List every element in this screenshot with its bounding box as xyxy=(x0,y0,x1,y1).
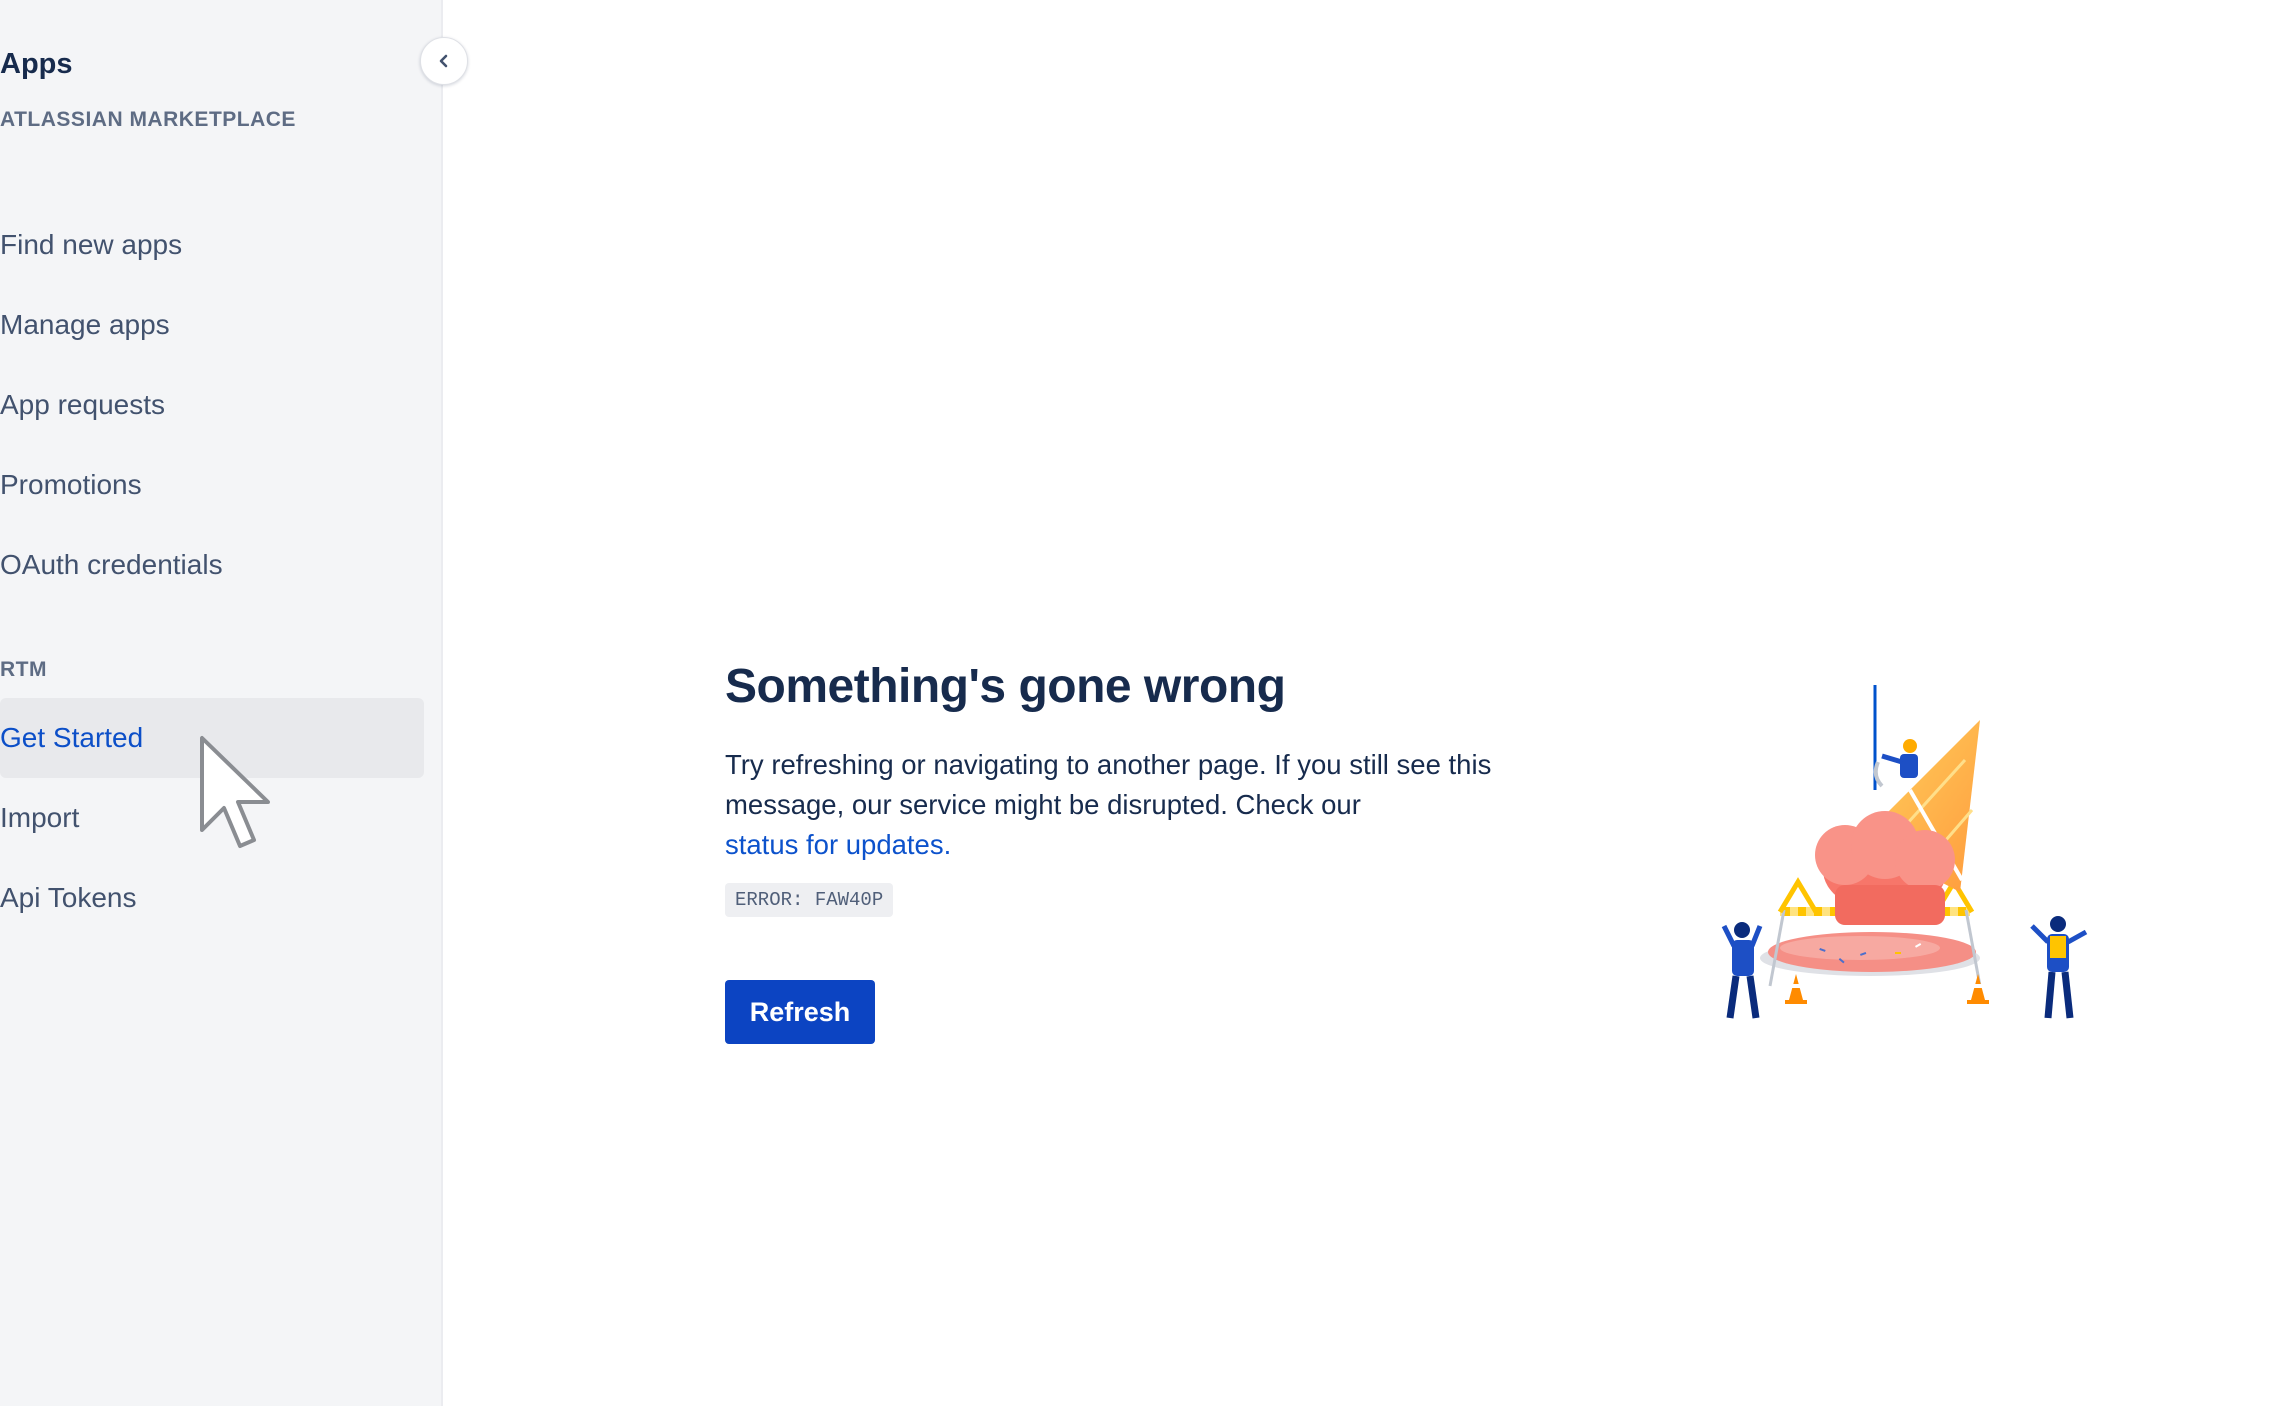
sidebar-item-api-tokens[interactable]: Api Tokens xyxy=(0,858,424,938)
main-content: Something's gone wrong Try refreshing or… xyxy=(445,0,2286,1406)
error-message-block: Try refreshing or navigating to another … xyxy=(725,745,1585,865)
error-code: ERROR: FAW40P xyxy=(725,883,894,917)
sidebar-item-label: OAuth credentials xyxy=(0,549,223,580)
melted-ice-cream-illustration xyxy=(1721,685,2088,1019)
sidebar-item-label: Manage apps xyxy=(0,309,170,340)
sidebar-title: Apps xyxy=(0,48,73,80)
sidebar-item-promotions[interactable]: Promotions xyxy=(0,445,424,525)
error-message: Try refreshing or navigating to another … xyxy=(725,749,1492,820)
chevron-left-icon xyxy=(439,54,448,68)
collapse-sidebar-button[interactable] xyxy=(420,37,468,85)
sidebar: Apps ATLASSIAN MARKETPLACE Find new apps… xyxy=(0,0,443,1406)
status-link[interactable]: status for updates. xyxy=(725,829,951,860)
sidebar-item-app-requests[interactable]: App requests xyxy=(0,365,424,445)
sidebar-item-get-started[interactable]: Get Started xyxy=(0,698,424,778)
sidebar-item-import[interactable]: Import xyxy=(0,778,424,858)
sidebar-item-label: Get Started xyxy=(0,722,144,753)
sidebar-item-label: Import xyxy=(0,802,80,833)
refresh-button[interactable]: Refresh xyxy=(725,980,875,1044)
sidebar-item-oauth-credentials[interactable]: OAuth credentials xyxy=(0,525,424,605)
sidebar-item-manage-apps[interactable]: Manage apps xyxy=(0,285,424,365)
sidebar-item-find-new-apps[interactable]: Find new apps xyxy=(0,205,424,285)
sidebar-item-label: Api Tokens xyxy=(0,882,137,913)
sidebar-item-label: Promotions xyxy=(0,469,142,500)
sidebar-item-label: App requests xyxy=(0,389,165,420)
sidebar-item-label: Find new apps xyxy=(0,229,183,260)
section-label-marketplace: ATLASSIAN MARKETPLACE xyxy=(0,108,296,131)
section-label-rtm: RTM xyxy=(0,658,47,681)
error-title: Something's gone wrong xyxy=(725,660,1286,713)
